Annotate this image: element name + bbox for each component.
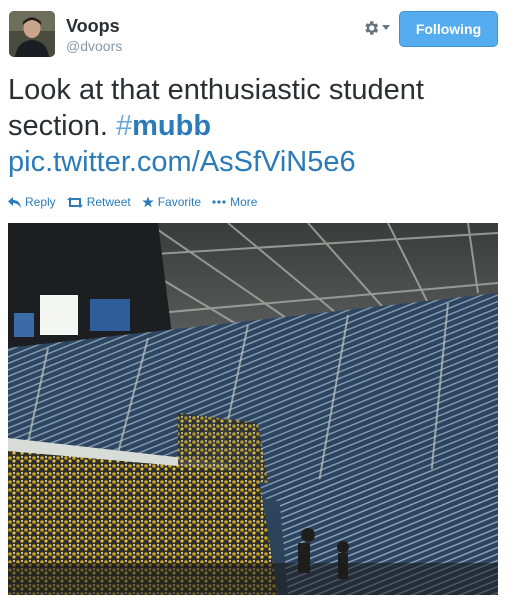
- reply-action[interactable]: Reply: [8, 195, 56, 209]
- gear-icon: [365, 21, 379, 35]
- arena-photo-image: [8, 223, 498, 595]
- favorite-action[interactable]: Favorite: [141, 195, 202, 209]
- more-label: More: [230, 195, 258, 209]
- reply-label: Reply: [25, 195, 56, 209]
- tweet-actions: Reply Retweet Favorite More: [8, 195, 268, 209]
- user-avatar-photo-icon: [9, 11, 55, 57]
- user-names: Voops @dvoors: [66, 16, 122, 55]
- user-actions-menu[interactable]: [362, 19, 394, 37]
- tweet-header: Voops @dvoors Following: [0, 0, 517, 70]
- hashtag-symbol: #: [116, 110, 133, 142]
- favorite-label: Favorite: [157, 195, 202, 209]
- retweet-action[interactable]: Retweet: [66, 195, 131, 209]
- retweet-icon: [66, 196, 83, 208]
- following-button[interactable]: Following: [399, 11, 498, 47]
- display-name[interactable]: Voops: [66, 16, 122, 36]
- following-button-label: Following: [415, 21, 482, 37]
- tweet-photo[interactable]: [8, 223, 498, 595]
- reply-icon: [8, 196, 21, 208]
- star-icon: [141, 196, 154, 208]
- avatar[interactable]: [9, 11, 55, 57]
- hashtag-link[interactable]: #mubb: [116, 110, 211, 142]
- more-action[interactable]: More: [212, 195, 257, 209]
- retweet-label: Retweet: [86, 195, 131, 209]
- chevron-down-icon: [382, 25, 390, 30]
- tweet-text-main: Look at that enthusiastic student sectio…: [8, 74, 424, 142]
- pic-link[interactable]: pic.twitter.com/AsSfViN5e6: [8, 146, 356, 178]
- more-dots-icon: [212, 200, 226, 204]
- tweet-text: Look at that enthusiastic student sectio…: [8, 72, 508, 180]
- hashtag-text: mubb: [132, 110, 212, 142]
- user-handle[interactable]: @dvoors: [66, 37, 122, 55]
